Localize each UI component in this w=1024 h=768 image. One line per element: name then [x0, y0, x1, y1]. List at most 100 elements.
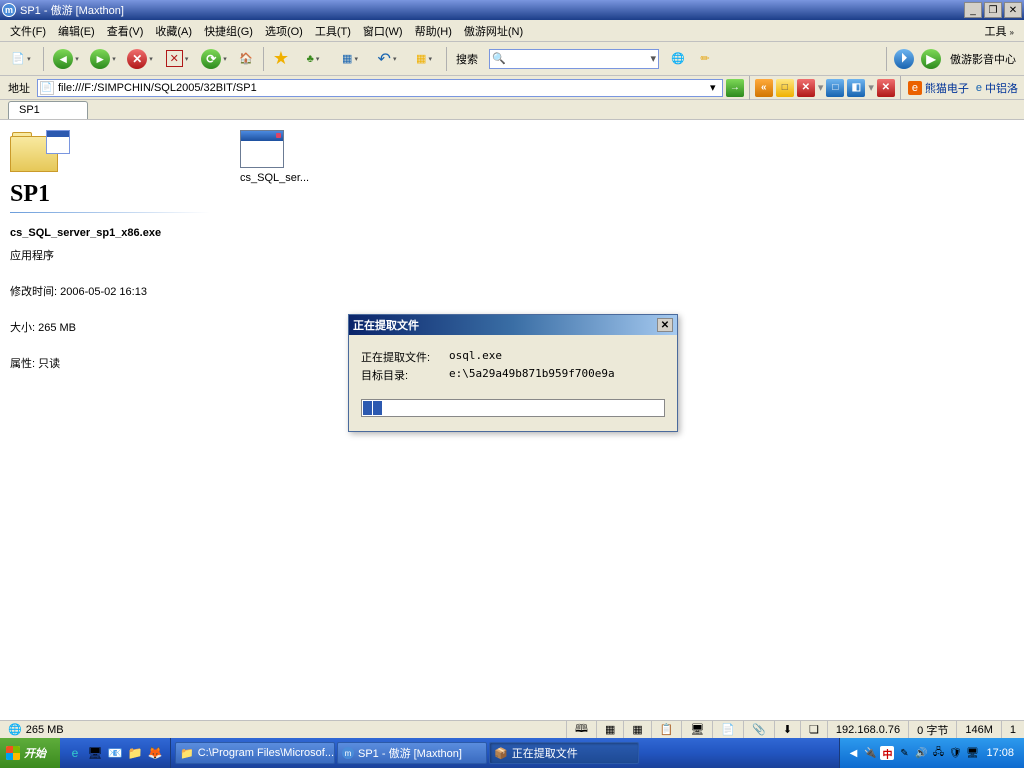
tray-icon-7[interactable]: 🖥 [965, 746, 979, 760]
menu-tools[interactable]: 工具(T) [309, 21, 357, 41]
tray-icon-6[interactable]: 🛡 [948, 746, 962, 760]
target-dir-label: 目标目录: [361, 367, 449, 383]
media-label[interactable]: 傲游影音中心 [946, 51, 1020, 67]
dialog-title: 正在提取文件 [353, 317, 657, 333]
status-i2-icon[interactable]: ▦ [605, 723, 615, 736]
menu-help[interactable]: 帮助(H) [409, 21, 458, 41]
start-button[interactable]: 开始 [0, 738, 60, 768]
menubar: 文件(F) 编辑(E) 查看(V) 收藏(A) 快捷组(G) 选项(O) 工具(… [0, 20, 1024, 42]
status-ip: 192.168.0.76 [827, 721, 908, 738]
ql-app1-icon[interactable]: 📧 [106, 744, 124, 762]
status-i6-icon[interactable]: 📄 [721, 723, 735, 736]
maximize-button[interactable]: ❐ [984, 2, 1002, 18]
search-go-button[interactable]: 🌐 [666, 47, 690, 71]
address-dropdown-icon[interactable]: ▾ [706, 81, 720, 94]
nav-btn-5[interactable]: ◧ [847, 79, 865, 97]
status-i4-icon[interactable]: 📋 [660, 723, 674, 736]
status-i3-icon[interactable]: ▦ [632, 723, 642, 736]
status-bar: 🌐265 MB 🕮 ▦ ▦ 📋 🖥 📄 📎 ⬇ ❏ 192.168.0.76 0… [0, 720, 1024, 738]
dialog-titlebar[interactable]: 正在提取文件 ✕ [349, 315, 677, 335]
folder-name: SP1 [10, 181, 210, 208]
menu-tools-right[interactable]: 工具 » [978, 21, 1020, 41]
status-count: 1 [1001, 721, 1024, 738]
ql-desktop-icon[interactable]: 🖥 [86, 744, 104, 762]
tray-ime-icon[interactable]: 中 [880, 746, 894, 760]
forward-button[interactable]: ► [86, 47, 120, 71]
titlebar: m SP1 - 傲游 [Maxthon] _ ❐ ✕ [0, 0, 1024, 20]
clock[interactable]: 17:08 [982, 747, 1018, 759]
back-button[interactable]: ◄ [49, 47, 83, 71]
ql-app2-icon[interactable]: 📁 [126, 744, 144, 762]
tab-sp1[interactable]: SP1 [8, 101, 88, 119]
target-dir-value: e:\5a29a49b871b959f700e9a [449, 367, 615, 383]
address-input[interactable]: 📄 file:///F:/SIMPCHIN/SQL2005/32BIT/SP1 … [37, 79, 723, 97]
window-title: SP1 - 傲游 [Maxthon] [20, 2, 964, 18]
favorites-button[interactable]: ★ [269, 47, 293, 71]
nav-btn-2[interactable]: □ [776, 79, 794, 97]
tray-icon-4[interactable]: 🔊 [914, 746, 928, 760]
menu-maxthon[interactable]: 傲游网址(N) [458, 21, 529, 41]
status-i8-icon[interactable]: ⬇ [783, 723, 792, 736]
new-button[interactable]: 📄 [4, 47, 38, 71]
task-explorer[interactable]: 📁C:\Program Files\Microsof... [175, 742, 335, 764]
taskbar: 开始 e 🖥 📧 📁 🦊 📁C:\Program Files\Microsof.… [0, 738, 1024, 768]
stop-button[interactable]: ✕ [160, 47, 194, 71]
highlight-button[interactable]: ✏ [693, 47, 717, 71]
media-prev-button[interactable]: ⏵ [892, 47, 916, 71]
undo-button[interactable]: ↶ [370, 47, 404, 71]
page-icon: 📄 [40, 81, 54, 95]
address-label: 地址 [4, 80, 34, 96]
tray-icon-5[interactable]: 🖧 [931, 746, 945, 760]
nav-btn-3[interactable]: ✕ [797, 79, 815, 97]
file-item[interactable]: cs_SQL_ser... [240, 130, 309, 184]
progress-bar [361, 399, 665, 417]
refresh-button[interactable]: ⟳ [197, 47, 231, 71]
address-bar: 地址 📄 file:///F:/SIMPCHIN/SQL2005/32BIT/S… [0, 76, 1024, 100]
feed-button[interactable]: ▦ [333, 47, 367, 71]
tray-icon-2[interactable]: 🔌 [863, 746, 877, 760]
menu-quickgroup[interactable]: 快捷组(G) [198, 21, 259, 41]
tray-icon-1[interactable]: ◀ [846, 746, 860, 760]
media-play-button[interactable]: ▶ [919, 47, 943, 71]
task-buttons: 📁C:\Program Files\Microsof... mSP1 - 傲游 … [171, 738, 839, 768]
nav-btn-1[interactable]: « [755, 79, 773, 97]
menu-favorites[interactable]: 收藏(A) [149, 21, 198, 41]
system-tray: ◀ 🔌 中 ✎ 🔊 🖧 🛡 🖥 17:08 [839, 738, 1024, 768]
menu-edit[interactable]: 编辑(E) [52, 21, 101, 41]
go-button[interactable]: → [726, 79, 744, 97]
menu-view[interactable]: 查看(V) [101, 21, 150, 41]
tray-icon-3[interactable]: ✎ [897, 746, 911, 760]
nav-btn-4[interactable]: □ [826, 79, 844, 97]
ql-ie-icon[interactable]: e [66, 744, 84, 762]
minimize-button[interactable]: _ [964, 2, 982, 18]
dialog-close-button[interactable]: ✕ [657, 318, 673, 332]
status-i9-icon[interactable]: ❏ [809, 723, 819, 736]
search-dropdown-icon[interactable]: ▾ [650, 52, 656, 65]
globe-icon: 🌐 [8, 723, 22, 736]
menu-file[interactable]: 文件(F) [4, 21, 52, 41]
history-button[interactable]: ♣ [296, 47, 330, 71]
home-button[interactable]: 🏠 [234, 47, 258, 71]
menu-window[interactable]: 窗口(W) [357, 21, 409, 41]
file-list: cs_SQL_ser... [240, 130, 309, 710]
file-name: cs_SQL_server_sp1_x86.exe [10, 227, 210, 239]
stop-all-button[interactable]: ✕ [123, 47, 157, 71]
link-panda[interactable]: e熊猫电子 [906, 80, 971, 96]
extract-file-label: 正在提取文件: [361, 349, 449, 365]
search-input[interactable]: 🔍▾ [489, 49, 659, 69]
address-url: file:///F:/SIMPCHIN/SQL2005/32BIT/SP1 [58, 82, 257, 94]
link-alu[interactable]: e中铝洛 [974, 80, 1020, 96]
close-button[interactable]: ✕ [1004, 2, 1022, 18]
groups-button[interactable]: ▦ [407, 47, 441, 71]
file-modified: 修改时间: 2006-05-02 16:13 [10, 283, 210, 299]
file-size: 大小: 265 MB [10, 319, 210, 335]
menu-options[interactable]: 选项(O) [259, 21, 309, 41]
status-i5-icon[interactable]: 🖥 [690, 723, 704, 736]
task-maxthon[interactable]: mSP1 - 傲游 [Maxthon] [337, 742, 487, 764]
task-extract[interactable]: 📦正在提取文件 [489, 742, 639, 764]
nav-btn-6[interactable]: ✕ [877, 79, 895, 97]
exe-icon [240, 130, 284, 168]
ql-app3-icon[interactable]: 🦊 [146, 744, 164, 762]
status-i1-icon[interactable]: 🕮 [575, 720, 588, 739]
status-i7-icon[interactable]: 📎 [752, 723, 766, 736]
